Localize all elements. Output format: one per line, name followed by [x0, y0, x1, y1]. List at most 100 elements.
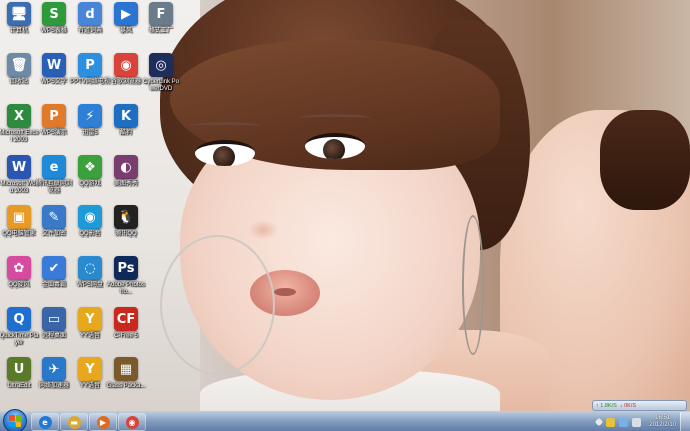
desktop-icon-label: 远程桌面	[41, 333, 66, 339]
windows-logo-icon	[9, 415, 21, 427]
desktop-icon-label: WPS演示	[41, 130, 67, 136]
app-icon: ◉	[78, 205, 102, 229]
desktop-icon[interactable]: Y YY语音	[71, 307, 109, 359]
desktop-icon-label: 腾讯互联网浏览器	[35, 181, 72, 194]
taskbar-app-media-player[interactable]: ▶	[89, 413, 117, 431]
desktop-icon-label: 酷狗	[119, 130, 132, 136]
desktop-icon[interactable]: ◐ 美图秀秀	[107, 155, 145, 207]
desktop-icon[interactable]: ▶ 暴风	[107, 2, 145, 54]
app-icon: ▦	[114, 357, 138, 381]
app-icon: d	[78, 2, 102, 26]
desktop-icon-label: C-Free 5	[114, 333, 138, 339]
desktop-icon-label: 金山毒霸	[41, 282, 66, 288]
show-desktop-button[interactable]	[680, 412, 690, 431]
app-icon: ✔	[42, 256, 66, 280]
desktop-icon[interactable]: F 格式工厂	[142, 2, 180, 54]
desktop-icon-label: QQ影音	[79, 231, 101, 237]
desktop-icon[interactable]: ▣ QQ电脑管家	[0, 205, 38, 257]
app-icon: W	[42, 53, 66, 77]
desktop-icon-label: QQ游戏	[79, 181, 101, 187]
clock-date: 2012/2/10	[649, 422, 676, 428]
volume-icon[interactable]	[632, 417, 642, 427]
desktop-icon[interactable]: U UltraEdit	[0, 357, 38, 409]
desktop-icon-label: CyberLink PowerDVD	[142, 79, 180, 92]
desktop-icon[interactable]: d 有道词典	[71, 2, 109, 54]
desktop-icon[interactable]: ◉ 谷歌浏览器	[107, 53, 145, 105]
desktop-icon-label: 文件加密	[41, 231, 66, 237]
desktop-icon-label: 网络加速器	[38, 383, 69, 389]
app-icon: P	[78, 53, 102, 77]
desktop-icon-label: WPS网盘	[77, 282, 103, 288]
desktop-icon[interactable]: ▭ 远程桌面	[35, 307, 73, 359]
tray-arrow-icon[interactable]	[595, 417, 604, 427]
desktop-icon[interactable]: Y YY语音	[71, 357, 109, 409]
app-icon: ▭	[42, 307, 66, 331]
desktop-icon[interactable]: 🖥 计算机	[0, 2, 38, 54]
desktop-icon[interactable]: ❖ QQ游戏	[71, 155, 109, 207]
desktop-icon[interactable]: ✿ QQ旋风	[0, 256, 38, 308]
desktop-icon[interactable]: 🐧 腾讯QQ	[107, 205, 145, 257]
clock-time: 16:51	[655, 415, 671, 421]
desktop-icon-label: WPS文字	[41, 79, 67, 85]
desktop-icon[interactable]: P PPTV网络电视	[70, 53, 110, 105]
desktop-icon[interactable]: S WPS表格	[35, 2, 73, 54]
desktop-icon[interactable]: ✎ 文件加密	[35, 205, 73, 257]
desktop-icon-label: 格式工厂	[148, 28, 173, 34]
desktop-icon[interactable]: ✈ 网络加速器	[35, 357, 73, 409]
desktop-icon[interactable]: X Microsoft Excel 2003	[0, 104, 39, 156]
app-icon: W	[7, 155, 31, 179]
desktop-icon-label: YY语音	[79, 333, 100, 339]
desktop-icon[interactable]: ▦ Glass Packa...	[107, 357, 145, 409]
flag-icon[interactable]	[606, 417, 616, 427]
taskbar: e ▬ ▶ ◉ 16:51 2012/2/10	[0, 409, 690, 431]
desktop-icon[interactable]: ⚡ 迅雷5	[71, 104, 109, 156]
desktop-icon[interactable]: W WPS文字	[35, 53, 73, 105]
app-icon: Ps	[114, 256, 138, 280]
app-icon: ✎	[42, 205, 66, 229]
desktop-icon[interactable]: ◎ CyberLink PowerDVD	[142, 53, 180, 105]
desktop-icon[interactable]: 🗑 回收站	[0, 53, 38, 105]
desktop-icon[interactable]: CF C-Free 5	[107, 307, 145, 359]
desktop-icon-label: YY语音	[79, 383, 100, 389]
desktop-icon-label: Glass Packa...	[106, 383, 146, 389]
desktop-icon-label: 谷歌浏览器	[110, 79, 141, 85]
app-icon: ✿	[7, 256, 31, 280]
app-icon: ⚡	[78, 104, 102, 128]
desktop-icon-label: 迅雷5	[82, 130, 98, 136]
desktop-icon[interactable]: W Microsoft Word 2003	[0, 155, 38, 207]
desktop-icon-label: 腾讯QQ	[115, 231, 137, 237]
app-icon: ▣	[7, 205, 31, 229]
media-player-icon: ▶	[96, 415, 110, 429]
desktop-icon[interactable]: ◉ QQ影音	[71, 205, 109, 257]
app-icon: X	[7, 104, 31, 128]
taskbar-app-explorer[interactable]: ▬	[60, 413, 88, 431]
app-icon: U	[7, 357, 31, 381]
start-button[interactable]	[3, 409, 27, 431]
clock[interactable]: 16:51 2012/2/10	[649, 415, 676, 429]
chrome-icon: ◉	[125, 415, 139, 429]
desktop-icon[interactable]: Ps Adobe Photosho...	[107, 256, 145, 308]
app-icon: CF	[114, 307, 138, 331]
app-icon: ◌	[78, 256, 102, 280]
network-icon[interactable]	[619, 417, 629, 427]
app-icon: ◎	[149, 53, 173, 77]
explorer-icon: ▬	[67, 415, 81, 429]
app-icon: 🐧	[114, 205, 138, 229]
taskbar-app-ie[interactable]: e	[31, 413, 59, 431]
app-icon: Q	[7, 307, 31, 331]
desktop-icon[interactable]: ◌ WPS网盘	[71, 256, 109, 308]
system-tray: 16:51 2012/2/10	[595, 413, 676, 431]
app-icon: S	[42, 2, 66, 26]
network-speed-widget[interactable]: ↑ 1.8K/S ↓ 0K/S	[592, 400, 687, 411]
app-icon: Y	[78, 357, 102, 381]
desktop-icon[interactable]: K 酷狗	[107, 104, 145, 156]
app-icon: e	[42, 155, 66, 179]
desktop-icon[interactable]: Q QuickTime Player	[0, 307, 38, 359]
desktop-icon[interactable]: e 腾讯互联网浏览器	[35, 155, 73, 207]
desktop-icon-label: 有道词典	[77, 28, 102, 34]
desktop-icon[interactable]: P WPS演示	[35, 104, 73, 156]
desktop-icon[interactable]: ✔ 金山毒霸	[35, 256, 73, 308]
app-icon: ◐	[114, 155, 138, 179]
taskbar-app-chrome[interactable]: ◉	[118, 413, 146, 431]
ie-icon: e	[38, 415, 52, 429]
